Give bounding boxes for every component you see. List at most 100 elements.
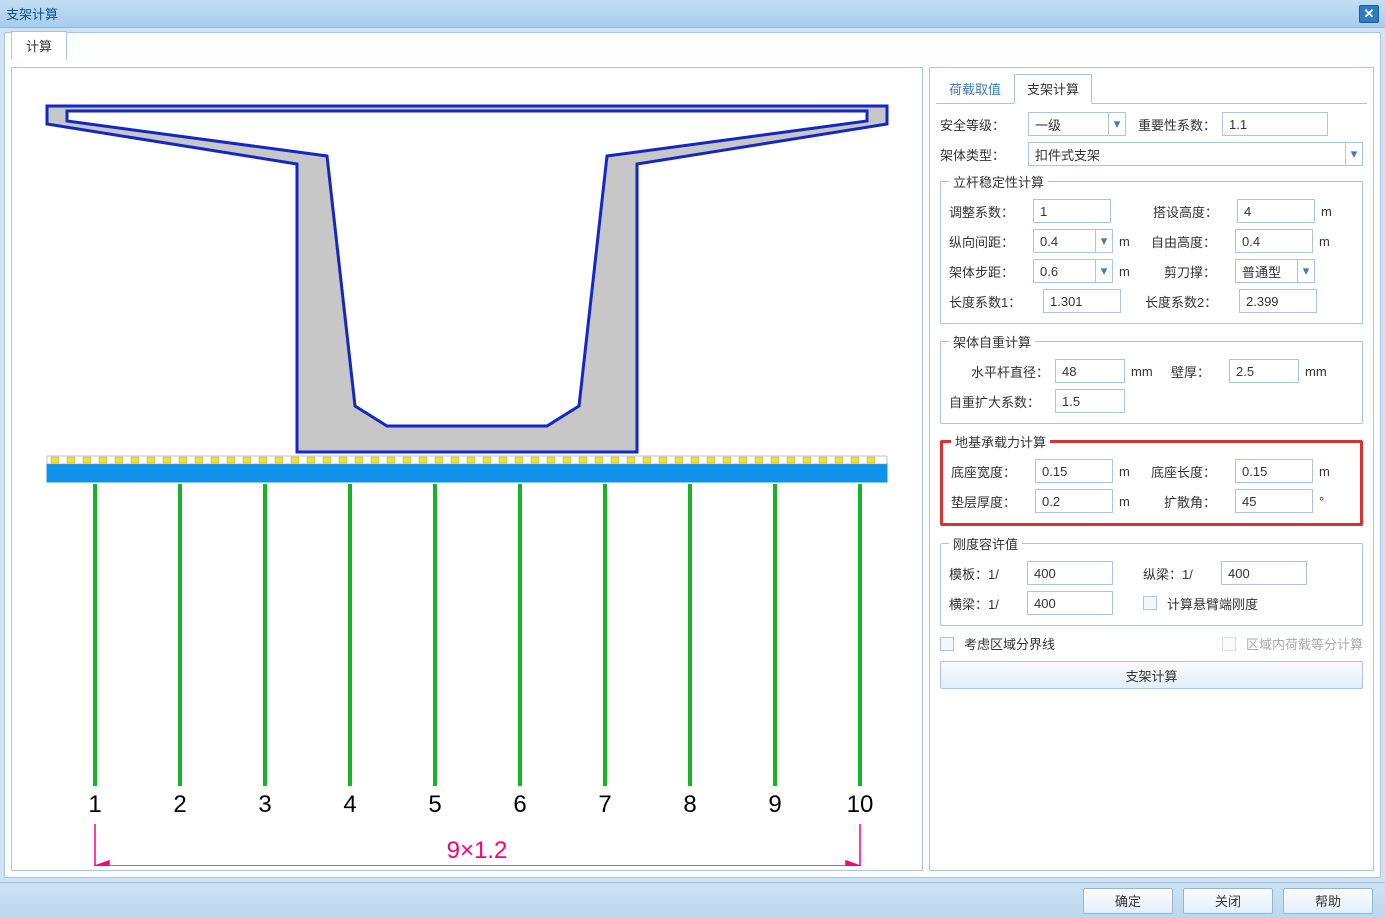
len2-label: 长度系数2： xyxy=(1145,292,1233,311)
step-combo[interactable]: ▾ xyxy=(1033,259,1113,283)
ang-unit: ° xyxy=(1319,494,1345,509)
longb-input[interactable] xyxy=(1221,561,1307,585)
support-posts xyxy=(95,484,860,786)
safety-level-label: 安全等级： xyxy=(940,115,1022,134)
consider-region-checkbox[interactable] xyxy=(940,637,954,651)
step-label: 架体步距： xyxy=(949,262,1027,281)
region-equal-label: 区域内荷载等分计算 xyxy=(1246,634,1363,653)
crossb-input[interactable] xyxy=(1027,591,1113,615)
len2-input[interactable] xyxy=(1239,289,1317,313)
chevron-down-icon[interactable]: ▾ xyxy=(1297,259,1315,283)
importance-input[interactable] xyxy=(1222,112,1328,136)
group-foundation-legend: 地基承载力计算 xyxy=(951,432,1050,451)
group-foundation: 地基承载力计算 底座宽度： m 底座长度： m 垫层厚度： m xyxy=(940,432,1363,526)
len1-label: 长度系数1： xyxy=(949,292,1037,311)
bl-input[interactable] xyxy=(1235,459,1313,483)
cantilever-checkbox[interactable] xyxy=(1143,596,1157,610)
long-label: 纵向间距： xyxy=(949,232,1027,251)
free-input[interactable] xyxy=(1235,229,1313,253)
hdiam-input[interactable] xyxy=(1055,359,1125,383)
long-unit: m xyxy=(1119,234,1145,249)
scissor-combo[interactable]: ▾ xyxy=(1235,259,1315,283)
longb-label: 纵梁：1/ xyxy=(1143,564,1215,583)
bw-label: 底座宽度： xyxy=(951,462,1029,481)
amp-input[interactable] xyxy=(1055,389,1125,413)
svg-text:9: 9 xyxy=(768,791,781,818)
svg-text:2: 2 xyxy=(173,791,186,818)
ang-input[interactable] xyxy=(1235,489,1313,513)
chevron-down-icon[interactable]: ▾ xyxy=(1095,229,1113,253)
dimension-value: 9×1.2 xyxy=(447,837,508,864)
svg-text:3: 3 xyxy=(258,791,271,818)
step-input[interactable] xyxy=(1033,259,1095,283)
group-stiffness-legend: 刚度容许值 xyxy=(949,534,1022,553)
group-stiffness: 刚度容许值 模板：1/ 纵梁：1/ 横梁：1/ xyxy=(940,534,1363,626)
group-upright: 立杆稳定性计算 调整系数： 搭设高度： m 纵向间距： xyxy=(940,172,1363,324)
bl-label: 底座长度： xyxy=(1151,462,1229,481)
tab-support-calc[interactable]: 支架计算 xyxy=(1014,74,1092,104)
formwork-label: 模板：1/ xyxy=(949,564,1021,583)
formwork-input[interactable] xyxy=(1027,561,1113,585)
footer: 确定 关闭 帮助 xyxy=(0,882,1385,918)
frame-type-combo[interactable]: ▾ xyxy=(1028,142,1363,166)
sub-tabs: 荷载取值 支架计算 xyxy=(936,74,1367,104)
frame-type-label: 架体类型： xyxy=(940,145,1022,164)
adjust-label: 调整系数： xyxy=(949,202,1027,221)
adjust-input[interactable] xyxy=(1033,199,1111,223)
amp-label: 自重扩大系数： xyxy=(949,392,1049,411)
step-unit: m xyxy=(1119,264,1145,279)
compute-button[interactable]: 支架计算 xyxy=(940,661,1363,689)
svg-text:6: 6 xyxy=(513,791,526,818)
post-numbers: 1 2 3 4 5 6 7 8 9 10 xyxy=(88,791,873,818)
scissor-input[interactable] xyxy=(1235,259,1297,283)
safety-level-combo[interactable]: ▾ xyxy=(1028,112,1126,136)
content-row: 1 2 3 4 5 6 7 8 9 10 xyxy=(5,33,1380,877)
safety-level-input[interactable] xyxy=(1028,112,1108,136)
svg-text:1: 1 xyxy=(88,791,101,818)
svg-text:10: 10 xyxy=(847,791,874,818)
pt-input[interactable] xyxy=(1035,489,1113,513)
thick-input[interactable] xyxy=(1229,359,1299,383)
frame-type-input[interactable] xyxy=(1028,142,1345,166)
bl-unit: m xyxy=(1319,464,1345,479)
svg-text:4: 4 xyxy=(343,791,356,818)
help-button[interactable]: 帮助 xyxy=(1283,888,1373,914)
side-panel: 荷载取值 支架计算 安全等级： ▾ 重要性系数： 架体类型： xyxy=(929,67,1374,871)
form-area: 安全等级： ▾ 重要性系数： 架体类型： ▾ xyxy=(936,104,1367,693)
hdiam-unit: mm xyxy=(1131,364,1165,379)
long-combo[interactable]: ▾ xyxy=(1033,229,1113,253)
chevron-down-icon[interactable]: ▾ xyxy=(1345,142,1363,166)
close-button[interactable]: 关闭 xyxy=(1183,888,1273,914)
chevron-down-icon[interactable]: ▾ xyxy=(1095,259,1113,283)
importance-label: 重要性系数： xyxy=(1138,115,1216,134)
thick-label: 壁厚： xyxy=(1171,362,1223,381)
crossb-label: 横梁：1/ xyxy=(949,594,1021,613)
height-input[interactable] xyxy=(1237,199,1315,223)
svg-text:7: 7 xyxy=(598,791,611,818)
scissor-label: 剪刀撑： xyxy=(1151,262,1229,281)
cantilever-label: 计算悬臂端刚度 xyxy=(1167,594,1258,613)
inner-panel: 计算 xyxy=(4,32,1381,878)
len1-input[interactable] xyxy=(1043,289,1121,313)
svg-text:8: 8 xyxy=(683,791,696,818)
hdiam-label: 水平杆直径： xyxy=(949,362,1049,381)
region-equal-checkbox xyxy=(1222,637,1236,651)
height-label: 搭设高度： xyxy=(1153,202,1231,221)
svg-text:5: 5 xyxy=(428,791,441,818)
title-bar: 支架计算 ✕ xyxy=(0,0,1385,28)
bw-input[interactable] xyxy=(1035,459,1113,483)
tab-load[interactable]: 荷载取值 xyxy=(936,74,1014,103)
height-unit: m xyxy=(1321,204,1347,219)
group-upright-legend: 立杆稳定性计算 xyxy=(949,172,1048,191)
ok-button[interactable]: 确定 xyxy=(1083,888,1173,914)
thick-unit: mm xyxy=(1305,364,1339,379)
bw-unit: m xyxy=(1119,464,1145,479)
free-label: 自由高度： xyxy=(1151,232,1229,251)
app-body: 计算 xyxy=(0,28,1385,882)
pt-label: 垫层厚度： xyxy=(951,492,1029,511)
long-input[interactable] xyxy=(1033,229,1095,253)
tab-compute[interactable]: 计算 xyxy=(11,31,67,60)
window-title: 支架计算 xyxy=(6,4,1359,23)
close-icon[interactable]: ✕ xyxy=(1359,5,1379,23)
chevron-down-icon[interactable]: ▾ xyxy=(1108,112,1126,136)
